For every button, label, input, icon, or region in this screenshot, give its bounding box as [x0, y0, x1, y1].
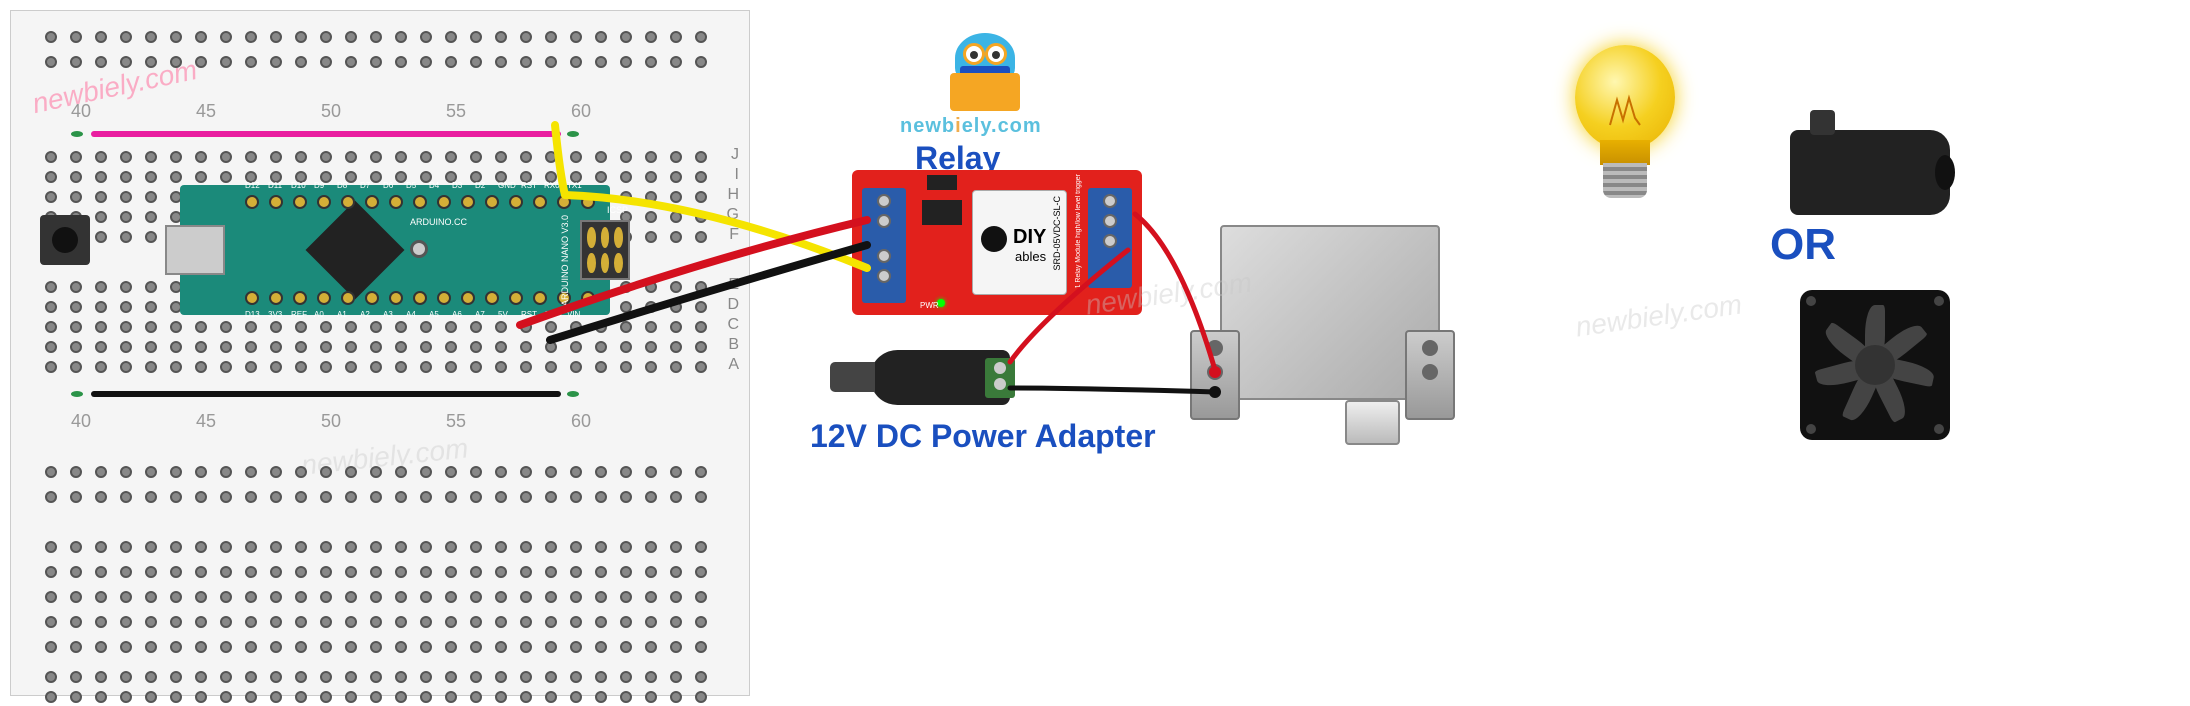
header-text: 1 Relay Module high/low level trigger — [1075, 174, 1082, 288]
dc-power-jack — [870, 350, 1010, 405]
relay-input-terminal — [862, 188, 906, 248]
push-button-cap — [52, 227, 78, 253]
relay-module: DIY ables SRD-05VDC-SL-C PWR 1 Relay Mod… — [852, 170, 1142, 315]
solenoid-lock — [1190, 225, 1455, 435]
newbiely-logo-owl — [945, 28, 1025, 118]
relay-output-terminal — [1088, 188, 1132, 288]
breadboard: newbiely.com newbiely.com newbiely.com /… — [10, 10, 750, 696]
dc-adapter-label: 12V DC Power Adapter — [810, 418, 1156, 455]
dc-barrel — [830, 362, 875, 392]
col-label: 45 — [196, 411, 216, 690]
icsp-header — [580, 220, 630, 280]
reset-button[interactable] — [410, 240, 428, 258]
mcu-chip — [306, 201, 405, 300]
pins-top — [245, 195, 595, 209]
cooling-fan — [1800, 290, 1950, 440]
water-pump — [1790, 130, 1950, 215]
brand-label: ARDUINO.CC — [410, 217, 467, 227]
pins-bot — [245, 291, 595, 305]
dc-terminal — [985, 358, 1015, 398]
arduino-nano: D12D11D10D9D8D7D6D5D4D3D2GNDRSTRX0TX1 D1… — [180, 185, 610, 315]
col-label: 50 — [321, 411, 341, 690]
pwr-label: PWR — [920, 301, 939, 310]
col-label: 55 — [446, 411, 466, 690]
relay-input-terminal — [862, 243, 906, 303]
newbiely-logo-text: newbiely.com — [900, 115, 1042, 138]
col-label: 40 — [71, 411, 91, 690]
relay-cube: DIY ables SRD-05VDC-SL-C — [972, 190, 1067, 295]
optocoupler — [922, 200, 962, 225]
trigger-jumper — [927, 175, 957, 190]
model-label: ARDUINO NANO V3.0 — [560, 215, 570, 306]
icsp-label: ICSP — [607, 205, 628, 215]
light-bulb — [1565, 45, 1685, 200]
push-button[interactable] — [40, 215, 90, 265]
watermark: newbiely.com — [1574, 288, 1744, 343]
or-label: OR — [1770, 220, 1836, 270]
col-label: 60 — [571, 411, 591, 690]
usb-port — [165, 225, 225, 275]
